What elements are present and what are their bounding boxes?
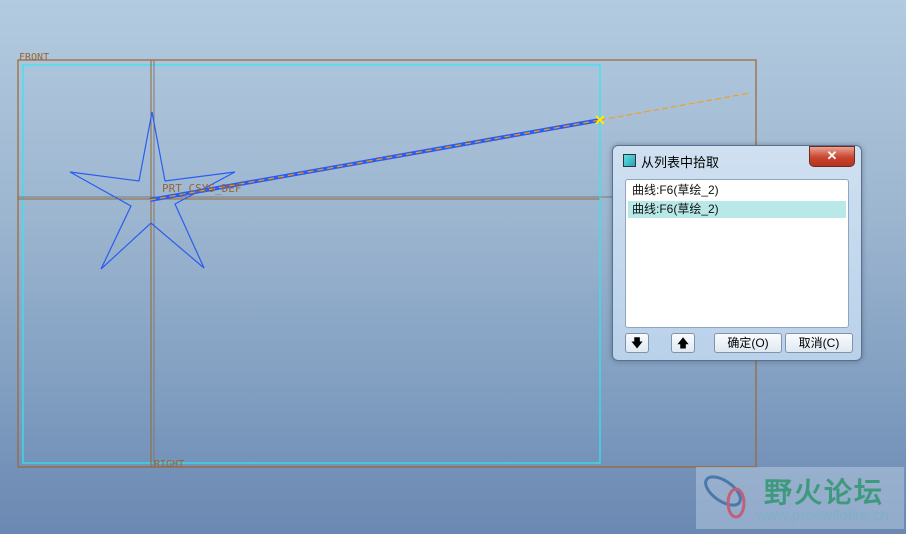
arrow-up-icon: 🡅: [676, 336, 690, 350]
list-item-selected[interactable]: 曲线:F6(草绘_2): [628, 201, 846, 218]
arrow-down-icon: 🡇: [630, 336, 644, 350]
list-item[interactable]: 曲线:F6(草绘_2): [628, 182, 846, 199]
dialog-app-icon: [623, 154, 636, 167]
watermark-name: 野火论坛: [764, 477, 885, 508]
right-label: RIGHT: [154, 459, 184, 470]
cross-marker: ✕: [594, 112, 606, 128]
cancel-button[interactable]: 取消(C): [785, 333, 853, 353]
csys-label: PRT_CSYS_DEF: [162, 182, 241, 195]
watermark-url: www.proewildfire.cn: [756, 507, 889, 524]
move-down-button[interactable]: 🡇: [625, 333, 649, 353]
front-label: FRONT: [19, 52, 49, 63]
move-up-button[interactable]: 🡅: [671, 333, 695, 353]
butterfly-logo-icon: [704, 475, 746, 519]
sketch-boundary: [22, 64, 601, 464]
dialog-title: 从列表中拾取: [641, 155, 720, 170]
close-button[interactable]: ✕: [809, 146, 855, 167]
pick-from-list-dialog: 从列表中拾取 ✕ 曲线:F6(草绘_2) 曲线:F6(草绘_2) 🡇 🡅 确定(…: [612, 145, 862, 361]
curve-extension: [599, 92, 751, 121]
ok-button[interactable]: 确定(O): [714, 333, 782, 353]
pick-list[interactable]: 曲线:F6(草绘_2) 曲线:F6(草绘_2): [625, 179, 849, 328]
watermark: 野火论坛 www.proewildfire.cn: [696, 467, 904, 529]
